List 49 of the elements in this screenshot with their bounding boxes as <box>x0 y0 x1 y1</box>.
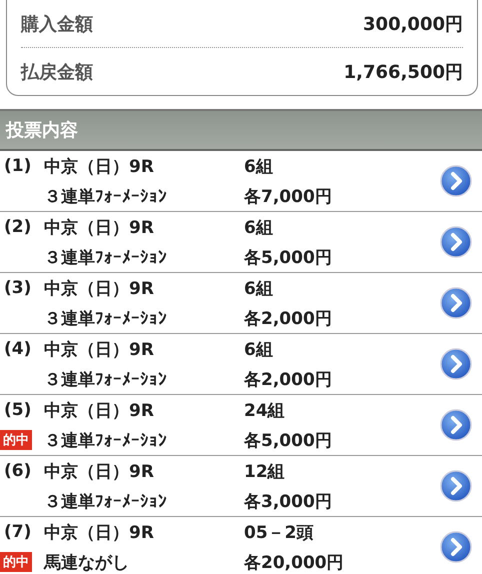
bet-type: ３連単ﾌｫｰﾒｰｼｮﾝ <box>44 308 168 330</box>
bet-number: (2) <box>4 217 32 237</box>
chevron-right-icon[interactable] <box>440 165 472 197</box>
chevron-right-icon[interactable] <box>440 531 472 563</box>
chevron-right-icon[interactable] <box>440 409 472 441</box>
bet-type: ３連単ﾌｫｰﾒｰｼｮﾝ <box>44 490 168 512</box>
bet-amount: 各5,000円 <box>244 430 333 452</box>
bet-type: ３連単ﾌｫｰﾒｰｼｮﾝ <box>44 430 168 452</box>
combination-count: 12組 <box>244 460 286 482</box>
bet-number: (7) <box>4 522 32 542</box>
bet-number: (4) <box>4 339 32 359</box>
chevron-right-icon[interactable] <box>440 470 472 502</box>
bet-amount: 各5,000円 <box>244 246 333 268</box>
bet-type: ３連単ﾌｫｰﾒｰｼｮﾝ <box>44 186 168 208</box>
summary-value: 1,766,500円 <box>344 60 463 84</box>
combination-count: 6組 <box>244 156 274 178</box>
bet-amount: 各7,000円 <box>244 186 333 208</box>
race-name: 中京（日）9R <box>44 460 155 482</box>
bet-type: ３連単ﾌｫｰﾒｰｼｮﾝ <box>44 246 168 268</box>
bet-amount: 各2,000円 <box>244 368 333 390</box>
chevron-right-icon[interactable] <box>440 226 472 258</box>
bet-amount: 各20,000円 <box>244 552 345 574</box>
race-name: 中京（日）9R <box>44 400 155 422</box>
race-name: 中京（日）9R <box>44 338 155 360</box>
race-name: 中京（日）9R <box>44 156 155 178</box>
hit-badge: 的中 <box>0 430 32 450</box>
section-title: 投票内容 <box>6 119 78 142</box>
chevron-right-icon[interactable] <box>440 287 472 319</box>
combination-count: 05－2頭 <box>244 522 314 544</box>
race-name: 中京（日）9R <box>44 278 155 300</box>
hit-badge: 的中 <box>0 552 32 572</box>
bet-number: (5) <box>4 400 32 420</box>
race-name: 中京（日）9R <box>44 216 155 238</box>
summary-label: 払戻金額 <box>21 60 93 84</box>
bet-amount: 各3,000円 <box>244 490 333 512</box>
combination-count: 24組 <box>244 400 286 422</box>
summary-label: 購入金額 <box>21 12 93 36</box>
chevron-right-icon[interactable] <box>440 348 472 380</box>
bet-number: (6) <box>4 461 32 481</box>
combination-count: 6組 <box>244 216 274 238</box>
race-name: 中京（日）9R <box>44 522 155 544</box>
bet-type: 馬連ながし <box>44 552 130 574</box>
combination-count: 6組 <box>244 338 274 360</box>
bet-type: ３連単ﾌｫｰﾒｰｼｮﾝ <box>44 368 168 390</box>
combination-count: 6組 <box>244 278 274 300</box>
summary-value: 300,000円 <box>363 12 463 36</box>
bet-number: (1) <box>4 156 32 176</box>
bet-number: (3) <box>4 278 32 298</box>
bet-amount: 各2,000円 <box>244 308 333 330</box>
